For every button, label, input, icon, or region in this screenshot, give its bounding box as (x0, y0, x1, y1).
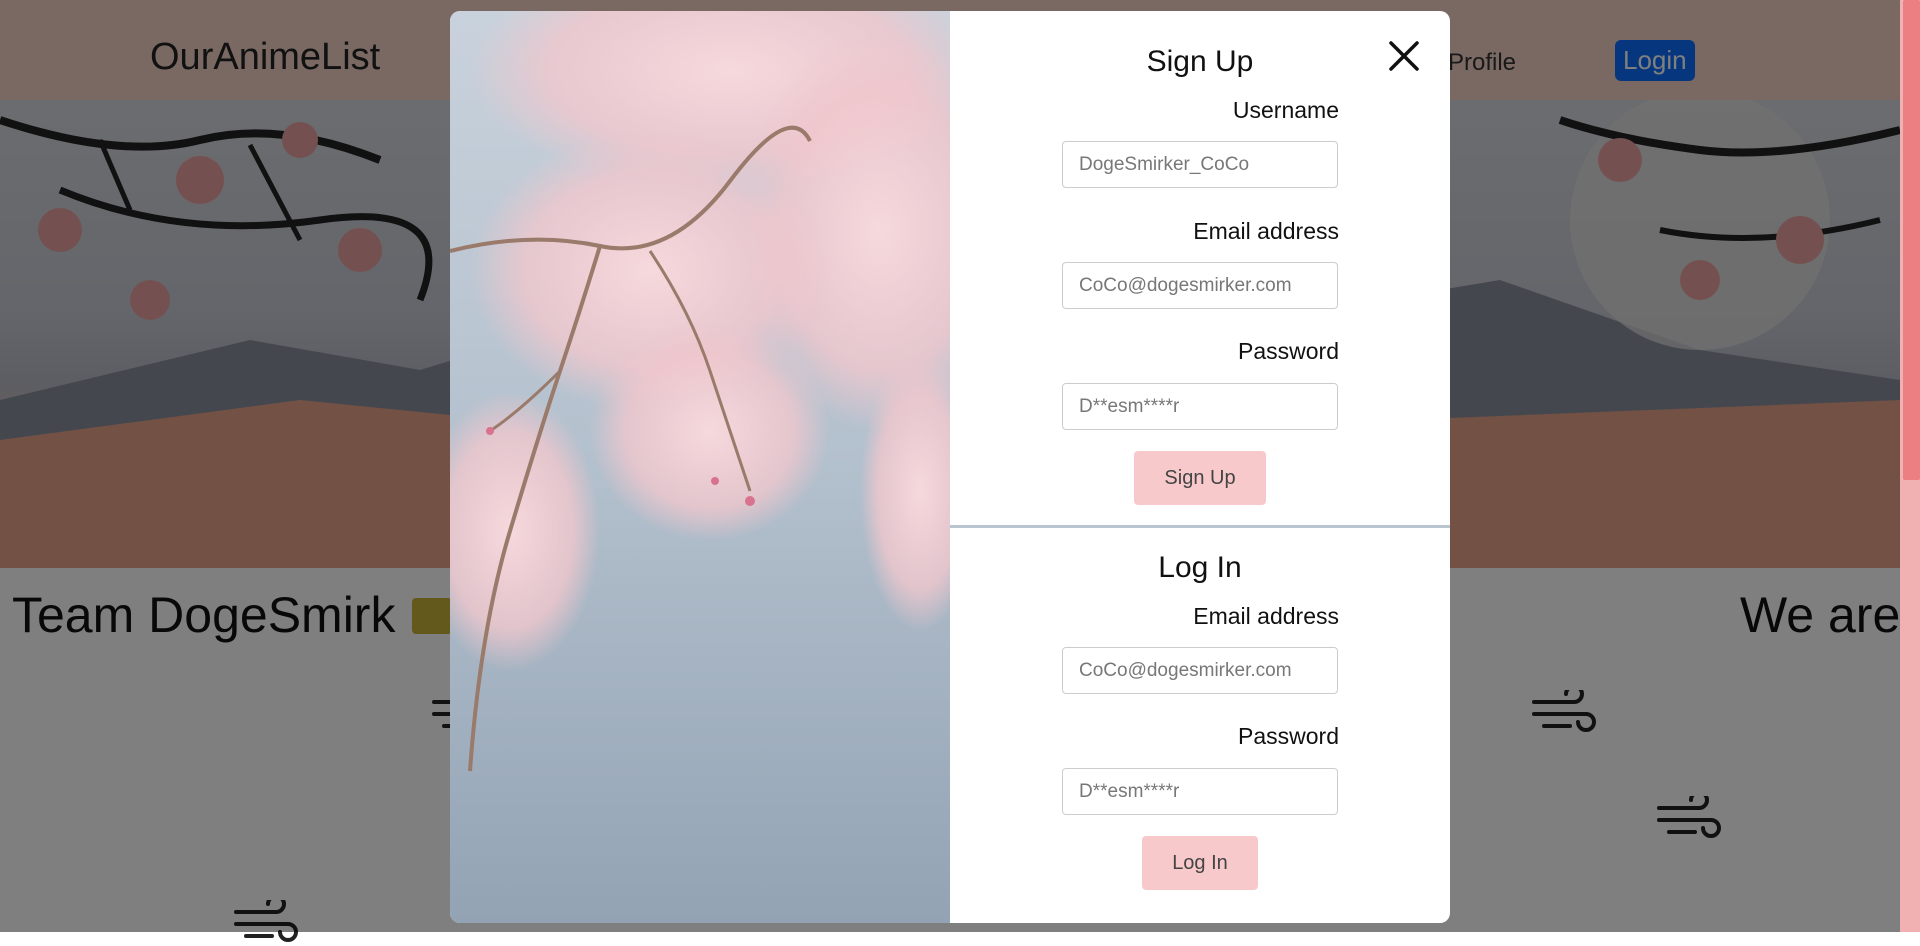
signup-email-label: Email address (1193, 218, 1339, 244)
login-title: Log In (1158, 551, 1242, 584)
login-password-label: Password (1238, 723, 1339, 749)
signup-title: Sign Up (1146, 45, 1254, 78)
signup-email-input[interactable] (1062, 262, 1338, 309)
login-password-input[interactable] (1062, 768, 1338, 815)
signup-password-label: Password (1238, 338, 1339, 364)
section-divider (950, 525, 1450, 528)
login-button[interactable]: Log In (1142, 836, 1258, 890)
cherry-blossom-photo (450, 11, 950, 923)
login-email-input[interactable] (1062, 647, 1338, 694)
signup-button[interactable]: Sign Up (1134, 451, 1266, 505)
auth-modal: Sign Up Username Email address Password … (450, 11, 1450, 923)
signup-password-input[interactable] (1062, 383, 1338, 430)
scrollbar-thumb[interactable] (1903, 0, 1920, 480)
signup-username-input[interactable] (1062, 141, 1338, 188)
auth-forms: Sign Up Username Email address Password … (950, 11, 1450, 923)
login-email-label: Email address (1193, 603, 1339, 629)
signup-username-label: Username (1232, 97, 1339, 123)
